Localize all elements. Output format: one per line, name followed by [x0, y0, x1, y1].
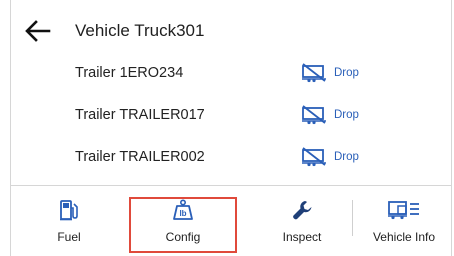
trailer-row: Trailer TRAILER002 Drop — [11, 137, 451, 177]
wrench-icon — [291, 198, 313, 222]
page-title: Vehicle Truck301 — [75, 21, 205, 40]
bottom-tab-bar: Fuel lb Config Inspect Vehicle Info — [11, 186, 451, 256]
tab-vehicle-info-label: Vehicle Info — [372, 230, 436, 244]
svg-text:lb: lb — [179, 209, 186, 218]
fuel-pump-icon — [59, 198, 79, 222]
weight-lb-icon: lb — [172, 198, 194, 222]
tab-fuel-label: Fuel — [57, 230, 81, 244]
trailer-label: Trailer 1ERO234 — [75, 65, 184, 81]
drop-label: Drop — [334, 67, 359, 79]
vehicle-info-icon — [387, 198, 421, 222]
tab-inspect-label: Inspect — [282, 230, 322, 244]
tab-config-label: Config — [165, 230, 201, 244]
back-button[interactable] — [25, 20, 51, 42]
trailer-row: Trailer TRAILER017 Drop — [11, 95, 451, 135]
tab-config[interactable]: lb Config — [131, 186, 235, 256]
drop-label: Drop — [334, 109, 359, 121]
trailer-drop-icon — [301, 105, 327, 125]
tab-vehicle-info[interactable]: Vehicle Info — [357, 186, 451, 256]
tab-inspect[interactable]: Inspect — [257, 186, 347, 256]
trailer-drop-icon — [301, 147, 327, 167]
tab-fuel[interactable]: Fuel — [29, 186, 109, 256]
trailer-label: Trailer TRAILER002 — [75, 149, 205, 165]
trailer-row: Trailer 1ERO234 Drop — [11, 53, 451, 93]
tab-separator — [352, 200, 353, 236]
drop-trailer-button[interactable]: Drop — [301, 61, 359, 85]
trailer-drop-icon — [301, 63, 327, 83]
drop-label: Drop — [334, 151, 359, 163]
drop-trailer-button[interactable]: Drop — [301, 103, 359, 127]
vehicle-panel: Vehicle Truck301 Trailer 1ERO234 Drop Tr… — [10, 0, 452, 256]
drop-trailer-button[interactable]: Drop — [301, 145, 359, 169]
arrow-left-icon — [25, 20, 51, 42]
trailer-label: Trailer TRAILER017 — [75, 107, 205, 123]
